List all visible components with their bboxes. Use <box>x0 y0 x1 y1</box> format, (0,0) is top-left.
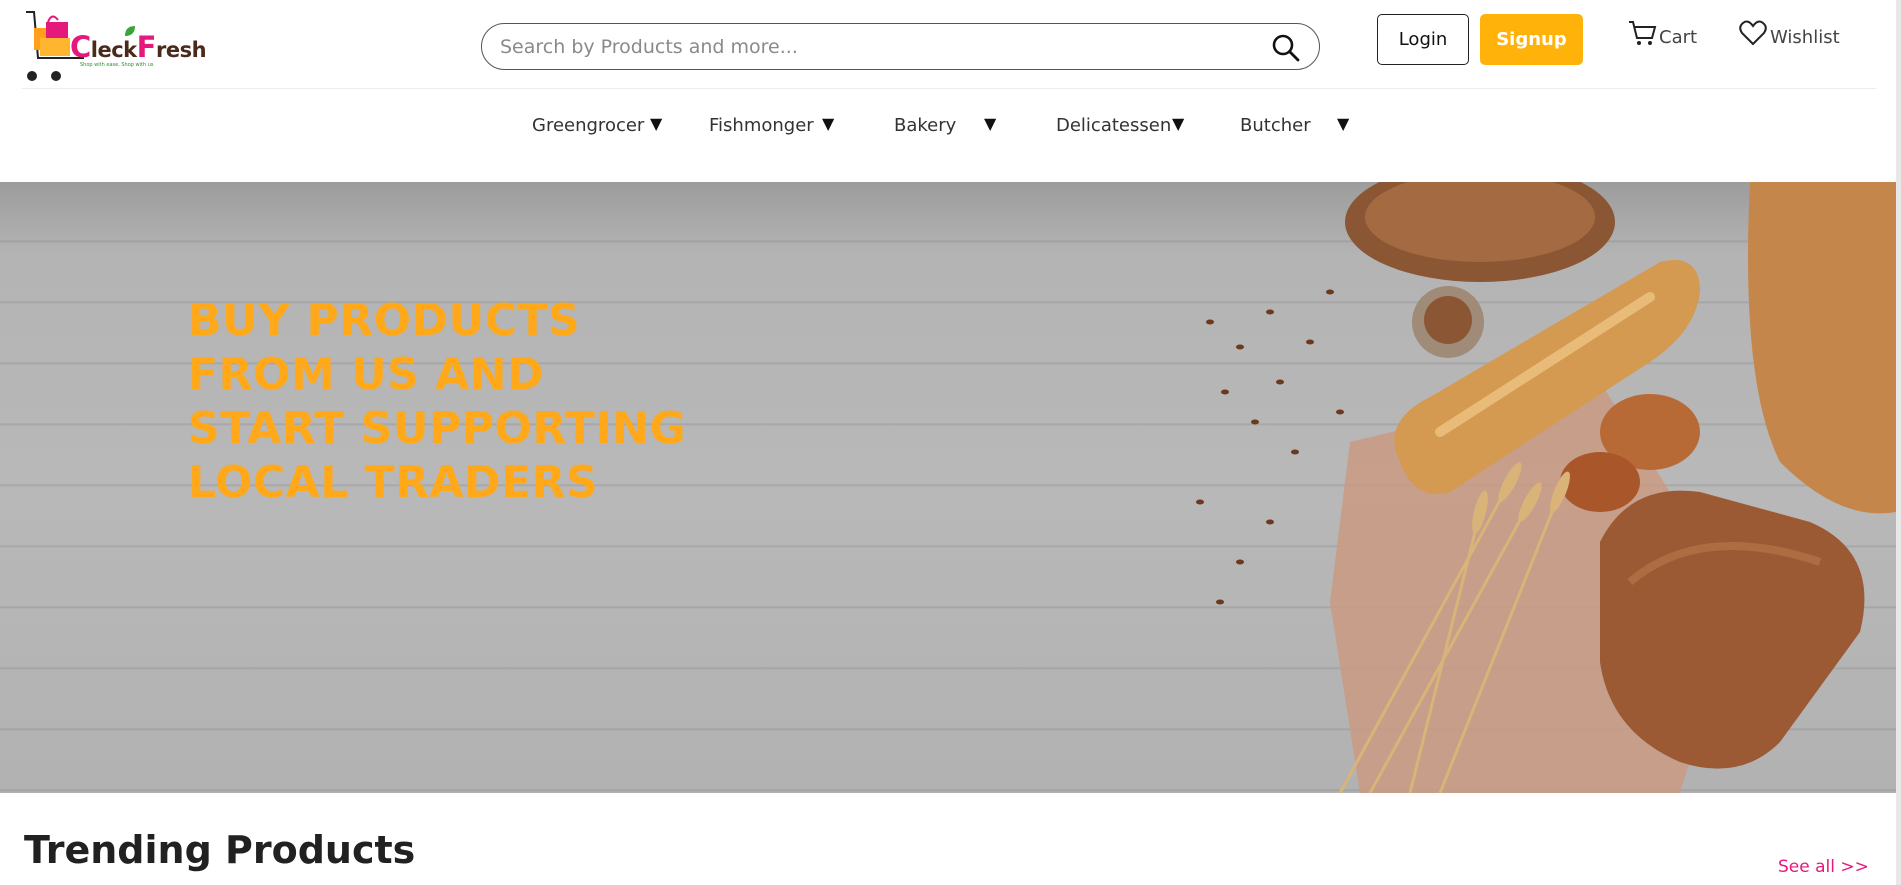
search-input[interactable] <box>500 31 1240 62</box>
login-button[interactable]: Login <box>1377 14 1469 65</box>
wishlist-label: Wishlist <box>1770 27 1840 48</box>
search-icon[interactable] <box>1271 33 1301 63</box>
hero-banner: BUY PRODUCTS FROM US AND START SUPPORTIN… <box>0 182 1896 793</box>
heart-icon <box>1739 20 1767 46</box>
category-label: Delicatessen <box>1056 114 1172 136</box>
site-logo[interactable]: CleckFresh Shop with ease, Shop with us <box>22 8 207 84</box>
category-label: Bakery <box>894 114 957 136</box>
cart-icon <box>1629 21 1657 45</box>
triangle-down-icon: ▼ <box>650 114 663 133</box>
category-label: Fishmonger <box>709 114 814 136</box>
category-delicatessen[interactable]: Delicatessen ▼ <box>1056 110 1191 140</box>
see-all-link[interactable]: See all >> <box>1778 857 1869 877</box>
category-fishmonger[interactable]: Fishmonger ▼ <box>709 110 839 140</box>
hero-title: BUY PRODUCTS FROM US AND START SUPPORTIN… <box>188 295 687 508</box>
triangle-down-icon: ▼ <box>1337 114 1350 133</box>
leaf-icon <box>125 26 135 36</box>
trending-products-title: Trending Products <box>24 828 416 872</box>
signup-button[interactable]: Signup <box>1480 14 1583 65</box>
triangle-down-icon: ▼ <box>984 114 997 133</box>
wishlist-link[interactable]: Wishlist <box>1738 14 1840 48</box>
category-butcher[interactable]: Butcher ▼ <box>1240 110 1360 140</box>
logo-tagline: Shop with ease, Shop with us <box>80 62 154 68</box>
logo-wordmark: CleckFresh <box>70 30 207 64</box>
category-greengrocer[interactable]: Greengrocer ▼ <box>532 110 667 140</box>
header-divider <box>22 88 1876 89</box>
cart-link[interactable]: Cart <box>1627 14 1697 48</box>
category-nav: Greengrocer ▼ Fishmonger ▼ Bakery ▼ Deli… <box>0 110 1876 140</box>
site-header: CleckFresh Shop with ease, Shop with us … <box>0 0 1876 88</box>
search-bar <box>481 23 1320 70</box>
bread-illustration <box>1196 182 1896 793</box>
category-label: Butcher <box>1240 114 1311 136</box>
triangle-down-icon: ▼ <box>1172 114 1185 133</box>
cart-label: Cart <box>1659 27 1698 48</box>
category-label: Greengrocer <box>532 114 645 136</box>
page-scrollbar[interactable] <box>1896 0 1901 885</box>
category-bakery[interactable]: Bakery ▼ <box>894 110 1004 140</box>
triangle-down-icon: ▼ <box>822 114 835 133</box>
